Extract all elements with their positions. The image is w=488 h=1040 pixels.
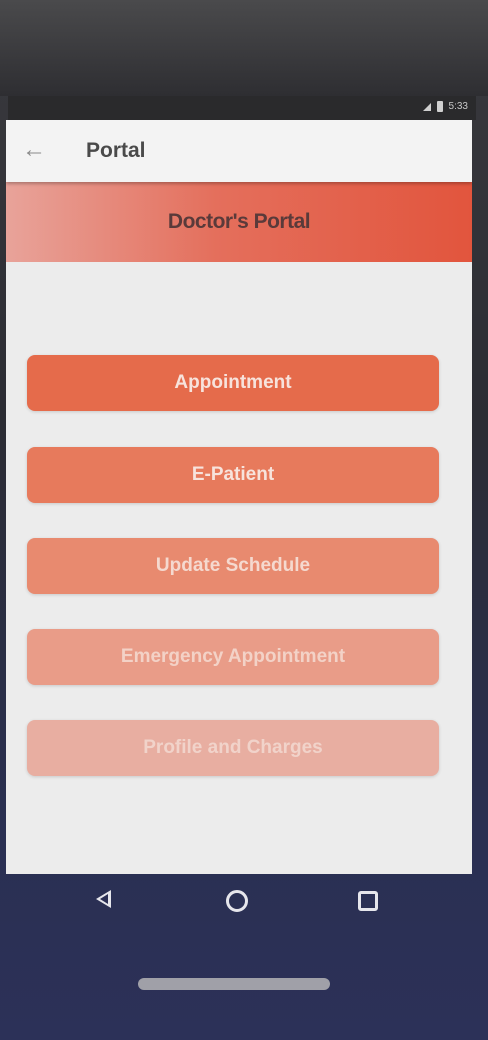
page-title: Portal: [86, 139, 146, 162]
home-indicator: [138, 978, 330, 990]
profile-and-charges-button[interactable]: Profile and Charges: [27, 720, 439, 776]
triangle-back-icon[interactable]: [96, 890, 111, 908]
e-patient-button[interactable]: E-Patient: [27, 447, 439, 503]
battery-icon: [436, 101, 443, 112]
emergency-appointment-button[interactable]: Emergency Appointment: [27, 629, 439, 685]
update-schedule-button[interactable]: Update Schedule: [27, 538, 439, 594]
status-icons: 5:33: [422, 101, 468, 112]
phone-frame: 5:33 ← Portal Doctor's Portal Appointmen…: [0, 0, 488, 1040]
system-navigation-bar: [0, 874, 488, 930]
phone-bezel: [0, 0, 488, 96]
banner-title: Doctor's Portal: [167, 210, 311, 233]
square-recents-icon[interactable]: [358, 891, 378, 911]
portal-banner: Doctor's Portal: [6, 182, 472, 262]
app-screen: ← Portal Doctor's Portal Appointment E-P…: [6, 120, 472, 874]
status-bar: 5:33: [8, 96, 476, 120]
appointment-button[interactable]: Appointment: [27, 355, 439, 411]
circle-home-icon[interactable]: [226, 890, 248, 912]
status-time: 5:33: [448, 101, 468, 112]
app-bar: ← Portal: [6, 120, 472, 182]
arrow-left-icon[interactable]: ←: [22, 138, 48, 164]
signal-icon: [422, 102, 431, 111]
